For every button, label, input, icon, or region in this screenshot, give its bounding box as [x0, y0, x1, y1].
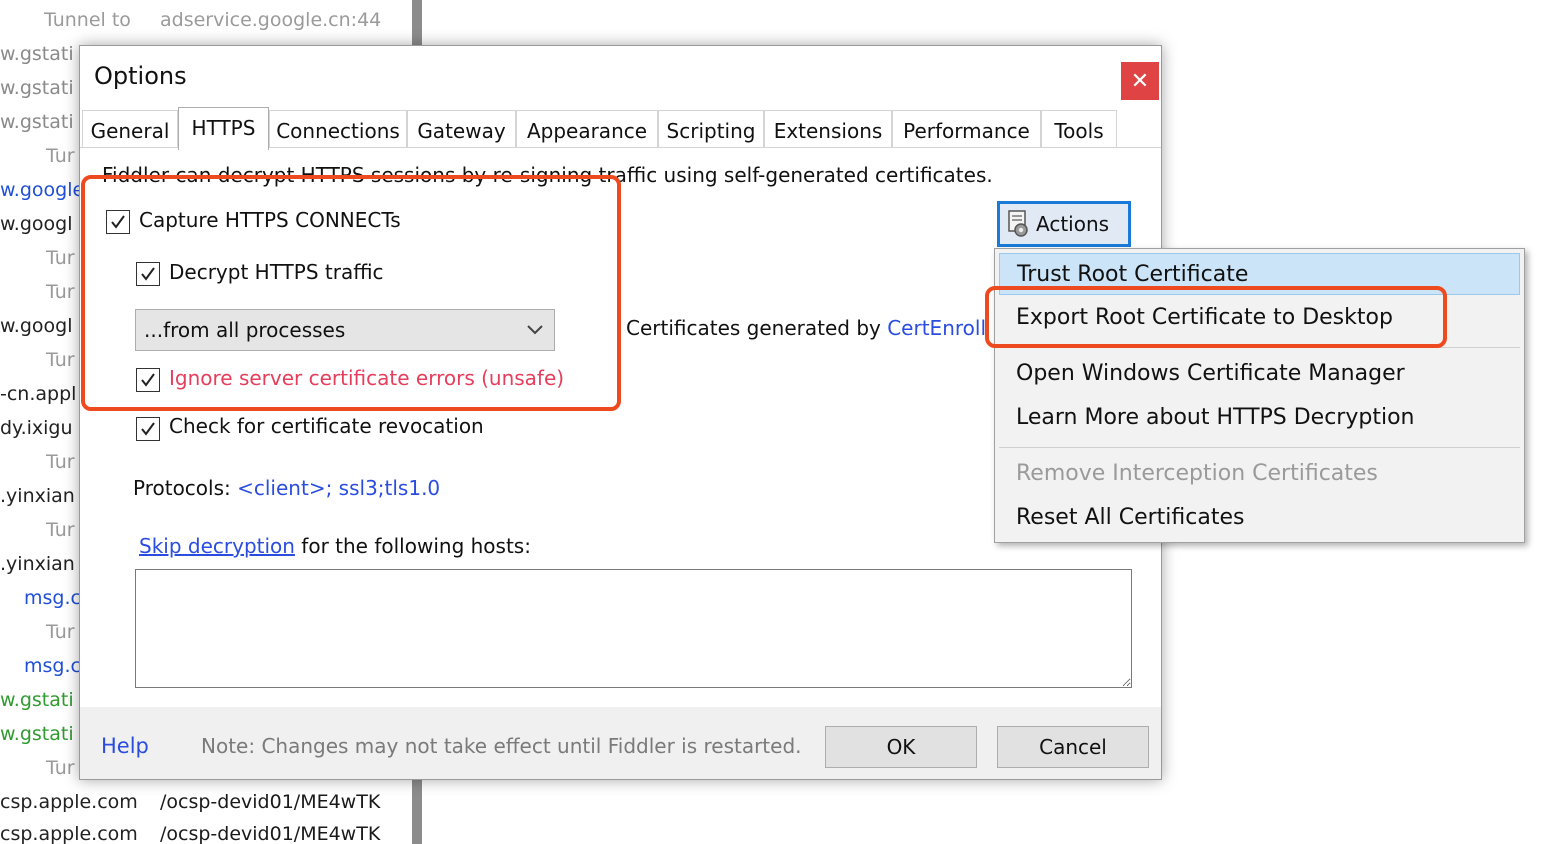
dialog-title-bar[interactable]: Options ✕ — [80, 46, 1161, 108]
session-url-cell: /ocsp-devid01/ME4wTK — [160, 823, 381, 844]
ignore-errors-label[interactable]: Ignore server certificate errors (unsafe… — [169, 366, 564, 390]
intro-text: Fiddler can decrypt HTTPS sessions by re… — [102, 163, 993, 187]
capture-connects-label[interactable]: Capture HTTPS CONNECTs — [139, 208, 401, 232]
menu-item-trust-root[interactable]: Trust Root Certificate — [999, 253, 1520, 295]
protocols-line: Protocols: <client>; ssl3;tls1.0 — [133, 476, 440, 500]
certs-generated-text: Certificates generated by CertEnroll — [626, 316, 986, 340]
certenroll-link[interactable]: CertEnroll — [887, 316, 986, 340]
decrypt-traffic-label[interactable]: Decrypt HTTPS traffic — [169, 260, 384, 284]
session-url-cell: /ocsp-devid01/ME4wTK — [160, 791, 381, 813]
checkmark-icon — [141, 422, 155, 436]
process-filter-value: ...from all processes — [144, 318, 346, 342]
skip-decryption-link[interactable]: Skip decryption — [139, 534, 295, 558]
actions-menu: Trust Root Certificate Export Root Certi… — [994, 248, 1525, 543]
restart-note: Note: Changes may not take effect until … — [201, 734, 802, 758]
tab-extensions[interactable]: Extensions — [764, 110, 892, 148]
session-host-cell: csp.apple.com — [0, 823, 138, 844]
session-host-cell: csp.apple.com — [0, 791, 138, 813]
actions-button[interactable]: Actions — [997, 201, 1131, 247]
close-button[interactable]: ✕ — [1121, 62, 1159, 100]
actions-label: Actions — [1036, 212, 1110, 236]
tab-connections[interactable]: Connections — [269, 110, 407, 148]
skip-decryption-suffix: for the following hosts: — [294, 534, 531, 558]
menu-item-export-root[interactable]: Export Root Certificate to Desktop — [999, 297, 1520, 339]
decrypt-traffic-checkbox[interactable] — [136, 262, 160, 286]
chevron-down-icon — [526, 310, 544, 363]
process-filter-dropdown[interactable]: ...from all processes — [135, 309, 555, 351]
menu-separator — [999, 447, 1520, 448]
tab-scripting[interactable]: Scripting — [658, 110, 764, 148]
menu-item-reset-all[interactable]: Reset All Certificates — [999, 497, 1520, 539]
tab-performance[interactable]: Performance — [892, 110, 1041, 148]
certs-generated-prefix: Certificates generated by — [626, 316, 888, 340]
skip-decryption-line: Skip decryption for the following hosts: — [139, 534, 531, 558]
tab-gateway[interactable]: Gateway — [407, 110, 516, 148]
checkmark-icon — [141, 373, 155, 387]
protocols-label: Protocols: — [133, 476, 238, 500]
menu-separator — [999, 347, 1520, 348]
skip-hosts-input[interactable] — [135, 569, 1132, 688]
tab-tools[interactable]: Tools — [1041, 110, 1117, 148]
checkmark-icon — [111, 215, 125, 229]
menu-item-open-cert-manager[interactable]: Open Windows Certificate Manager — [999, 353, 1520, 395]
session-url-cell: adservice.google.cn:44 — [160, 9, 382, 31]
certificate-gear-icon — [1004, 209, 1034, 252]
check-revocation-label[interactable]: Check for certificate revocation — [169, 414, 484, 438]
menu-item-remove-interception: Remove Interception Certificates — [1016, 461, 1378, 486]
capture-connects-checkbox[interactable] — [106, 210, 130, 234]
check-revocation-checkbox[interactable] — [136, 417, 160, 441]
tab-general[interactable]: General — [82, 110, 178, 148]
ignore-errors-checkbox[interactable] — [136, 368, 160, 392]
checkmark-icon — [141, 267, 155, 281]
protocols-link[interactable]: <client>; ssl3;tls1.0 — [237, 476, 440, 500]
close-icon: ✕ — [1130, 68, 1150, 94]
tab-appearance[interactable]: Appearance — [516, 110, 658, 148]
help-link[interactable]: Help — [101, 734, 149, 758]
dialog-title: Options — [94, 62, 187, 90]
cancel-button[interactable]: Cancel — [997, 726, 1149, 768]
ok-button[interactable]: OK — [825, 726, 977, 768]
tab-https[interactable]: HTTPS — [178, 107, 269, 150]
menu-item-learn-more[interactable]: Learn More about HTTPS Decryption — [999, 397, 1520, 439]
